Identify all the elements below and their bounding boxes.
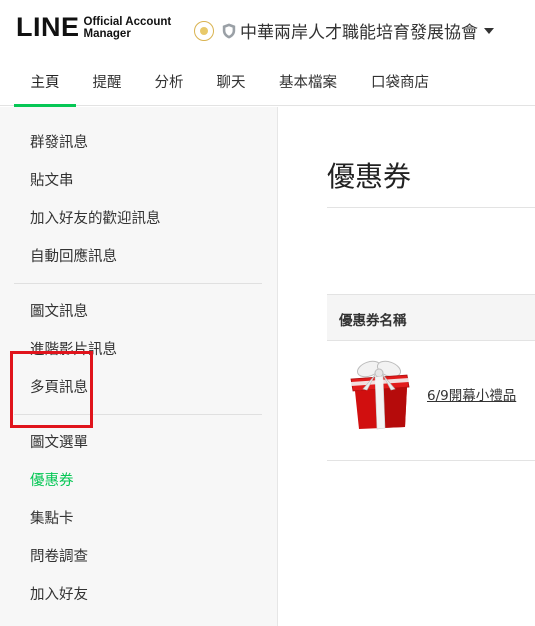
- account-name: 中華兩岸人才職能培育發展協會: [240, 23, 478, 43]
- tab-profile-label: 基本檔案: [279, 75, 337, 91]
- gift-box-image: [350, 360, 410, 430]
- sidebar-item-auto-response[interactable]: 自動回應訊息: [30, 245, 117, 266]
- column-header-coupon-name: 優惠券名稱: [339, 313, 407, 329]
- account-switcher[interactable]: 中華兩岸人才職能培育發展協會: [194, 18, 494, 43]
- tab-profile[interactable]: 基本檔案: [270, 62, 346, 106]
- chevron-down-icon[interactable]: [484, 27, 494, 34]
- main-tabs: 主頁 提醒 分析 聊天 基本檔案 口袋商店: [0, 62, 535, 138]
- tab-pocket-shop[interactable]: 口袋商店: [362, 62, 438, 106]
- main-content: 優惠券 優惠券名稱 6/9開幕小禮品: [279, 107, 535, 626]
- logo-subtitle: Official Account Manager: [84, 16, 172, 40]
- tab-notifications[interactable]: 提醒: [84, 62, 130, 106]
- sidebar-divider: [14, 283, 262, 284]
- top-header: LINE Official Account Manager 中華兩岸人才職能培育…: [0, 0, 535, 62]
- table-header: 優惠券名稱: [327, 294, 535, 341]
- tab-chat-label: 聊天: [216, 75, 246, 91]
- tab-notifications-label: 提醒: [92, 75, 122, 91]
- page-title: 優惠券: [327, 160, 412, 193]
- sidebar-item-coupons[interactable]: 優惠券: [30, 469, 74, 490]
- sidebar-item-reward-card[interactable]: 集點卡: [30, 507, 74, 528]
- sidebar-item-timeline[interactable]: 貼文串: [30, 169, 74, 190]
- sidebar-item-rich-menu[interactable]: 圖文選單: [30, 431, 88, 452]
- logo-subtitle-line-1: Official Account: [83, 15, 172, 28]
- sidebar-item-broadcast[interactable]: 群發訊息: [30, 131, 88, 152]
- annotation-highlight-box: [10, 351, 93, 428]
- tab-chat[interactable]: 聊天: [208, 62, 254, 106]
- logo-wordmark: LINE: [16, 12, 80, 42]
- logo-subtitle-line-2: Manager: [83, 27, 131, 40]
- sidebar-item-greeting-message[interactable]: 加入好友的歡迎訊息: [30, 207, 161, 228]
- line-oa-manager-logo[interactable]: LINE Official Account Manager: [16, 14, 171, 41]
- sidebar-item-gain-friends[interactable]: 加入好友: [30, 583, 88, 604]
- shield-icon: [222, 23, 236, 38]
- tab-home[interactable]: 主頁: [14, 62, 76, 107]
- tab-analytics[interactable]: 分析: [146, 62, 192, 106]
- coupon-name-link[interactable]: 6/9開幕小禮品: [427, 384, 516, 404]
- title-divider: [327, 207, 535, 208]
- sidebar-item-rich-message[interactable]: 圖文訊息: [30, 300, 88, 321]
- tab-pocket-shop-label: 口袋商店: [371, 75, 429, 91]
- tab-analytics-label: 分析: [154, 75, 184, 91]
- tab-home-label: 主頁: [30, 75, 60, 91]
- table-row[interactable]: 6/9開幕小禮品: [327, 341, 535, 461]
- account-avatar-icon: [194, 20, 214, 41]
- sidebar-item-survey[interactable]: 問卷調查: [30, 545, 88, 566]
